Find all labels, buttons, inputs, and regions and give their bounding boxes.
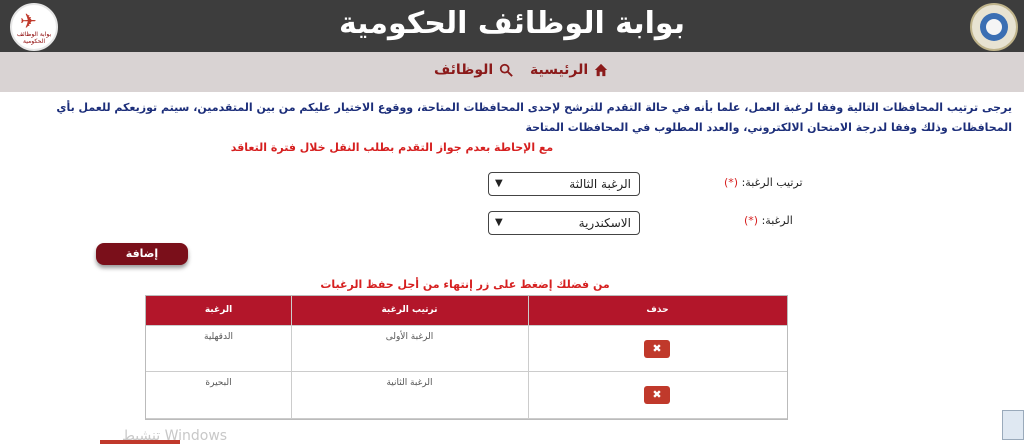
rank-select-value: الرغبة الثالثة bbox=[569, 177, 631, 191]
government-seal-logo bbox=[970, 3, 1018, 51]
table-row: البحيرة الرغبة الثانية ✖ bbox=[146, 371, 787, 419]
row-wish: البحيرة bbox=[205, 378, 232, 388]
add-button[interactable]: إضافة bbox=[96, 243, 188, 265]
taskbar-app-icon[interactable] bbox=[1002, 410, 1024, 440]
delete-row-button[interactable]: ✖ bbox=[644, 340, 670, 358]
header-delete: حذف bbox=[646, 305, 669, 315]
header-rank: ترتيب الرغبة bbox=[381, 305, 438, 315]
navigation-bar: الرئيسية الوظائف bbox=[0, 52, 1024, 92]
row-rank: الرغبة الأولى bbox=[385, 332, 434, 342]
instructions-text: يرجى ترتيب المحافظات التالية وفقا لرغبة … bbox=[32, 98, 1012, 158]
app-header: ✈ بوابة الوظائف الحكومية بوابة الوظائف ا… bbox=[0, 0, 1024, 52]
wish-label-text: الرغبة: bbox=[761, 214, 793, 227]
wish-required-mark: (*) bbox=[744, 214, 759, 227]
home-icon bbox=[595, 63, 608, 77]
table-row: الدقهلية الرغبة الأولى ✖ bbox=[146, 325, 787, 372]
rank-label: ترتيب الرغبة: (*) bbox=[724, 176, 803, 189]
wish-select[interactable]: الاسكندرية ▼ bbox=[488, 211, 640, 235]
delete-row-button[interactable]: ✖ bbox=[644, 386, 670, 404]
rank-required-mark: (*) bbox=[724, 176, 739, 189]
wish-label: الرغبة: (*) bbox=[744, 214, 793, 227]
header-wish: الرغبة bbox=[204, 305, 233, 315]
page-title: بوابة الوظائف الحكومية bbox=[338, 6, 685, 41]
chevron-down-icon: ▼ bbox=[495, 178, 503, 189]
nav-jobs-label: الوظائف bbox=[434, 62, 494, 78]
wish-select-value: الاسكندرية bbox=[578, 216, 631, 230]
save-notice: من فضلك إضغط على زر إنتهاء من أجل حفظ ال… bbox=[320, 278, 610, 291]
nav-jobs[interactable]: الوظائف bbox=[434, 62, 514, 78]
instruction-line-1: يرجى ترتيب المحافظات التالية وفقا لرغبة … bbox=[56, 101, 1012, 114]
nav-home[interactable]: الرئيسية bbox=[530, 62, 608, 78]
rank-select[interactable]: الرغبة الثالثة ▼ bbox=[488, 172, 640, 196]
transfer-warning: مع الإحاطة بعدم جواز التقدم بطلب النقل خ… bbox=[230, 141, 554, 154]
rank-label-text: ترتيب الرغبة: bbox=[741, 176, 803, 189]
nav-home-label: الرئيسية bbox=[530, 62, 589, 78]
chevron-down-icon: ▼ bbox=[495, 217, 503, 228]
close-icon: ✖ bbox=[652, 388, 662, 401]
row-wish: الدقهلية bbox=[204, 332, 233, 342]
table-header: الرغبة ترتيب الرغبة حذف bbox=[146, 296, 787, 325]
row-rank: الرغبة الثانية bbox=[386, 378, 433, 388]
search-icon bbox=[500, 63, 514, 77]
instruction-line-2: المحافظات وذلك وفقا لدرجة الامتحان الالك… bbox=[525, 121, 1012, 134]
wishes-table: الرغبة ترتيب الرغبة حذف الدقهلية الرغبة … bbox=[145, 295, 788, 420]
bottom-strip bbox=[100, 440, 180, 444]
close-icon: ✖ bbox=[652, 342, 662, 355]
